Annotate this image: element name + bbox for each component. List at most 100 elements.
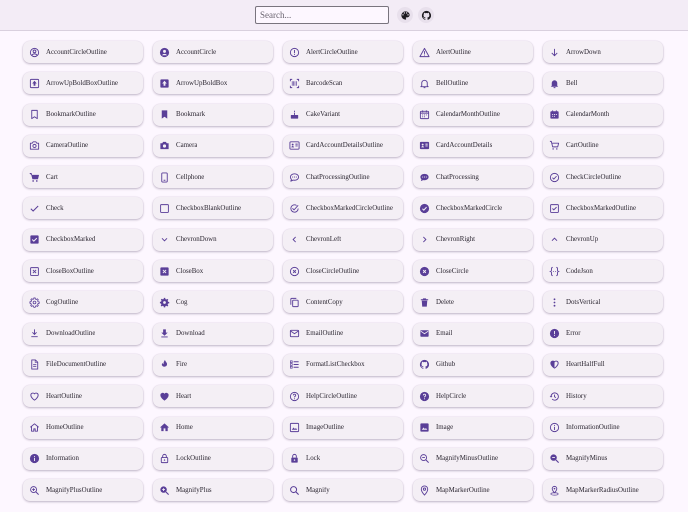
- icon-card[interactable]: CheckboxMarkedCircle: [413, 197, 533, 220]
- icon-card[interactable]: MapMarkerOutline: [413, 479, 533, 502]
- icon-card[interactable]: MagnifyPlusOutline: [23, 479, 143, 502]
- icon-card-label: CloseCircle: [436, 267, 469, 275]
- icon-card[interactable]: AccountCircle: [153, 41, 273, 63]
- icon-card[interactable]: LockOutline: [153, 447, 273, 470]
- icon-card[interactable]: Bookmark: [153, 103, 273, 126]
- icon-card[interactable]: HelpCircleOutline: [283, 385, 403, 408]
- icon-card[interactable]: CheckboxMarkedOutline: [543, 197, 663, 220]
- icon-card[interactable]: ChevronRight: [413, 228, 533, 251]
- icon-card-label: AccountCircleOutline: [46, 48, 107, 56]
- icon-card[interactable]: InformationOutline: [543, 416, 663, 439]
- icon-card-label: CakeVariant: [306, 111, 341, 119]
- icon-card[interactable]: CogOutline: [23, 291, 143, 314]
- icon-card[interactable]: Cog: [153, 291, 273, 314]
- icon-card[interactable]: CloseBox: [153, 260, 273, 283]
- icon-card-label: ChevronDown: [176, 236, 217, 244]
- image-outline-icon: [289, 422, 300, 433]
- icon-card[interactable]: CheckboxMarked: [23, 228, 143, 251]
- chat-processing-outline-icon: [289, 172, 300, 183]
- icon-card[interactable]: Home: [153, 416, 273, 439]
- icon-card[interactable]: CartOutline: [543, 134, 663, 157]
- icon-card[interactable]: ArrowDown: [543, 41, 663, 63]
- icon-card[interactable]: Lock: [283, 447, 403, 470]
- icon-card[interactable]: CardAccountDetailsOutline: [283, 134, 403, 157]
- theme-palette-button[interactable]: [397, 7, 413, 23]
- icon-card[interactable]: CloseCircleOutline: [283, 260, 403, 283]
- icon-card[interactable]: ChevronDown: [153, 228, 273, 251]
- icon-card[interactable]: Delete: [413, 291, 533, 314]
- icon-card-label: Image: [436, 424, 454, 432]
- magnify-minus-outline-icon: [419, 453, 430, 464]
- icon-card[interactable]: CheckboxBlankOutline: [153, 197, 273, 220]
- magnify-icon: [289, 485, 300, 496]
- icon-card[interactable]: BarcodeScan: [283, 72, 403, 95]
- close-box-icon: [159, 266, 170, 277]
- icon-card[interactable]: ChatProcessing: [413, 166, 533, 189]
- icon-card[interactable]: CloseBoxOutline: [23, 260, 143, 283]
- icon-card[interactable]: ImageOutline: [283, 416, 403, 439]
- icon-card-label: CheckboxMarkedOutline: [566, 204, 637, 212]
- icon-card[interactable]: FormatListCheckbox: [283, 353, 403, 376]
- calendar-month-outline-icon: [419, 109, 430, 120]
- icon-card[interactable]: DotsVertical: [543, 291, 663, 314]
- icon-card[interactable]: History: [543, 385, 663, 408]
- icon-card[interactable]: CalendarMonthOutline: [413, 103, 533, 126]
- icon-card[interactable]: Magnify: [283, 479, 403, 502]
- icon-card[interactable]: BookmarkOutline: [23, 103, 143, 126]
- icon-card[interactable]: Information: [23, 447, 143, 470]
- icon-card[interactable]: CheckboxMarkedCircleOutline: [283, 197, 403, 220]
- error-icon: [549, 328, 560, 339]
- icon-card[interactable]: Cellphone: [153, 166, 273, 189]
- camera-icon: [159, 140, 170, 151]
- icon-card[interactable]: HelpCircle: [413, 385, 533, 408]
- icon-card[interactable]: MagnifyMinusOutline: [413, 447, 533, 470]
- icon-card[interactable]: CakeVariant: [283, 103, 403, 126]
- icon-card[interactable]: MagnifyPlus: [153, 479, 273, 502]
- icon-card[interactable]: Heart: [153, 385, 273, 408]
- icon-card[interactable]: HeartOutline: [23, 385, 143, 408]
- icon-card[interactable]: Github: [413, 353, 533, 376]
- image-icon: [419, 422, 430, 433]
- icon-card[interactable]: ContentCopy: [283, 291, 403, 314]
- icon-card[interactable]: Fire: [153, 353, 273, 376]
- icon-card[interactable]: Download: [153, 322, 273, 345]
- icon-card[interactable]: DownloadOutline: [23, 322, 143, 345]
- icon-card[interactable]: CardAccountDetails: [413, 134, 533, 157]
- icon-card[interactable]: ChevronUp: [543, 228, 663, 251]
- icon-card[interactable]: CalendarMonth: [543, 103, 663, 126]
- icon-card[interactable]: AccountCircleOutline: [23, 41, 143, 63]
- icon-card[interactable]: Image: [413, 416, 533, 439]
- icon-card[interactable]: Bell: [543, 72, 663, 95]
- icon-card[interactable]: Error: [543, 322, 663, 345]
- icon-card[interactable]: CameraOutline: [23, 134, 143, 157]
- checkbox-marked-circle-outline-icon: [289, 203, 300, 214]
- icon-card-label: Error: [566, 330, 581, 338]
- icon-card[interactable]: ChatProcessingOutline: [283, 166, 403, 189]
- icon-card[interactable]: ChevronLeft: [283, 228, 403, 251]
- icon-card[interactable]: Camera: [153, 134, 273, 157]
- icon-card[interactable]: Email: [413, 322, 533, 345]
- icon-card-label: Heart: [176, 392, 192, 400]
- icon-card[interactable]: ArrowUpBoldBoxOutline: [23, 72, 143, 95]
- cake-variant-icon: [289, 109, 300, 120]
- map-marker-radius-outline-icon: [549, 485, 560, 496]
- icon-card[interactable]: CodeJson: [543, 260, 663, 283]
- github-link-button[interactable]: [418, 7, 434, 23]
- icon-card[interactable]: MagnifyMinus: [543, 447, 663, 470]
- icon-card[interactable]: FileDocumentOutline: [23, 353, 143, 376]
- icon-card[interactable]: AlertOutline: [413, 41, 533, 63]
- icon-card[interactable]: CloseCircle: [413, 260, 533, 283]
- icon-card[interactable]: HeartHalfFull: [543, 353, 663, 376]
- icon-card[interactable]: ArrowUpBoldBox: [153, 72, 273, 95]
- icon-card[interactable]: EmailOutline: [283, 322, 403, 345]
- icon-card[interactable]: HomeOutline: [23, 416, 143, 439]
- icon-card[interactable]: Cart: [23, 166, 143, 189]
- icon-card[interactable]: Check: [23, 197, 143, 220]
- icon-card[interactable]: AlertCircleOutline: [283, 41, 403, 63]
- icon-card[interactable]: BellOutline: [413, 72, 533, 95]
- icon-card[interactable]: CheckCircleOutline: [543, 166, 663, 189]
- icon-card-label: EmailOutline: [306, 330, 344, 338]
- search-input[interactable]: [255, 6, 389, 24]
- icon-card[interactable]: MapMarkerRadiusOutline: [543, 479, 663, 502]
- icon-card-label: InformationOutline: [566, 424, 620, 432]
